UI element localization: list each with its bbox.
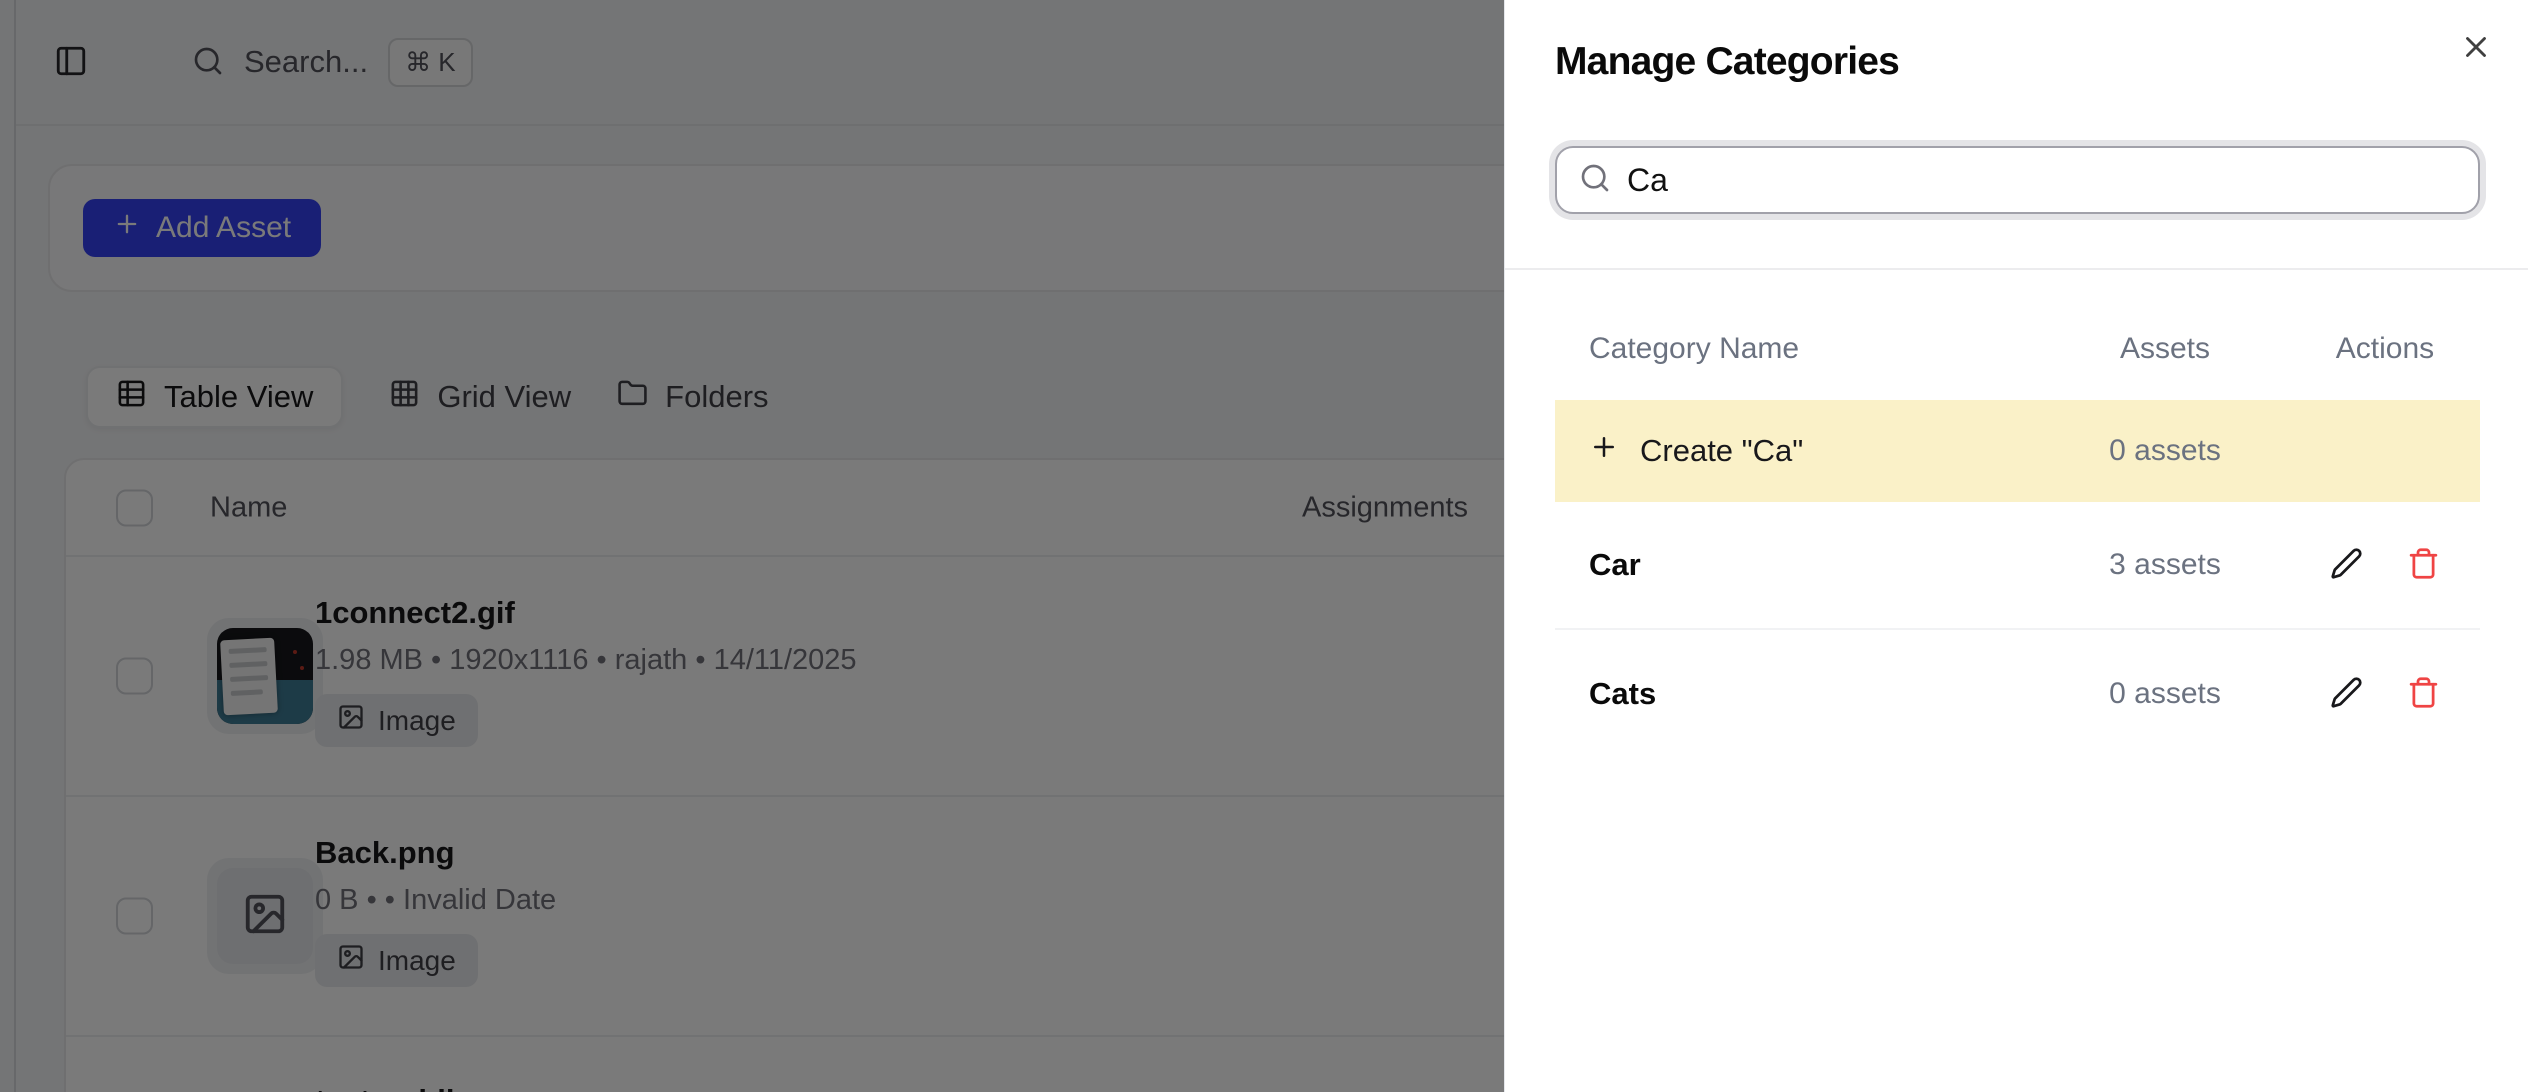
trash-icon bbox=[2407, 676, 2440, 712]
close-icon bbox=[2459, 30, 2493, 67]
category-assets-count: 0 assets bbox=[2040, 677, 2290, 711]
pencil-icon bbox=[2330, 547, 2363, 583]
plus-icon bbox=[1589, 432, 1619, 470]
category-search-box bbox=[1555, 146, 2480, 214]
category-search-input[interactable] bbox=[1627, 162, 2456, 199]
search-icon bbox=[1579, 162, 1611, 199]
category-name: Car bbox=[1555, 547, 2040, 583]
column-header-category-name: Category Name bbox=[1555, 332, 2040, 366]
pencil-icon bbox=[2330, 676, 2363, 712]
category-assets-count: 3 assets bbox=[2040, 548, 2290, 582]
trash-icon bbox=[2407, 547, 2440, 583]
edit-category-button[interactable] bbox=[2330, 676, 2363, 712]
panel-title: Manage Categories bbox=[1555, 40, 1899, 84]
edit-category-button[interactable] bbox=[2330, 547, 2363, 583]
create-category-label: Create "Ca" bbox=[1640, 433, 1803, 469]
category-name: Cats bbox=[1555, 676, 2040, 712]
create-category-row[interactable]: Create "Ca" 0 assets bbox=[1555, 400, 2480, 502]
delete-category-button[interactable] bbox=[2407, 547, 2440, 583]
close-panel-button[interactable] bbox=[2454, 26, 2498, 70]
manage-categories-panel: Manage Categories Category Name Assets A… bbox=[1504, 0, 2528, 1092]
column-header-actions: Actions bbox=[2290, 332, 2480, 366]
create-category-assets-count: 0 assets bbox=[2040, 434, 2290, 468]
app-window: Search... ⌘ K Add Asset Table View Grid … bbox=[0, 0, 2528, 1092]
delete-category-button[interactable] bbox=[2407, 676, 2440, 712]
category-table-header: Category Name Assets Actions bbox=[1555, 332, 2480, 366]
column-header-assets: Assets bbox=[2040, 332, 2290, 366]
category-row: Car 3 assets bbox=[1555, 502, 2480, 630]
category-row: Cats 0 assets bbox=[1555, 630, 2480, 758]
category-list: Category Name Assets Actions Create "Ca"… bbox=[1555, 270, 2480, 758]
